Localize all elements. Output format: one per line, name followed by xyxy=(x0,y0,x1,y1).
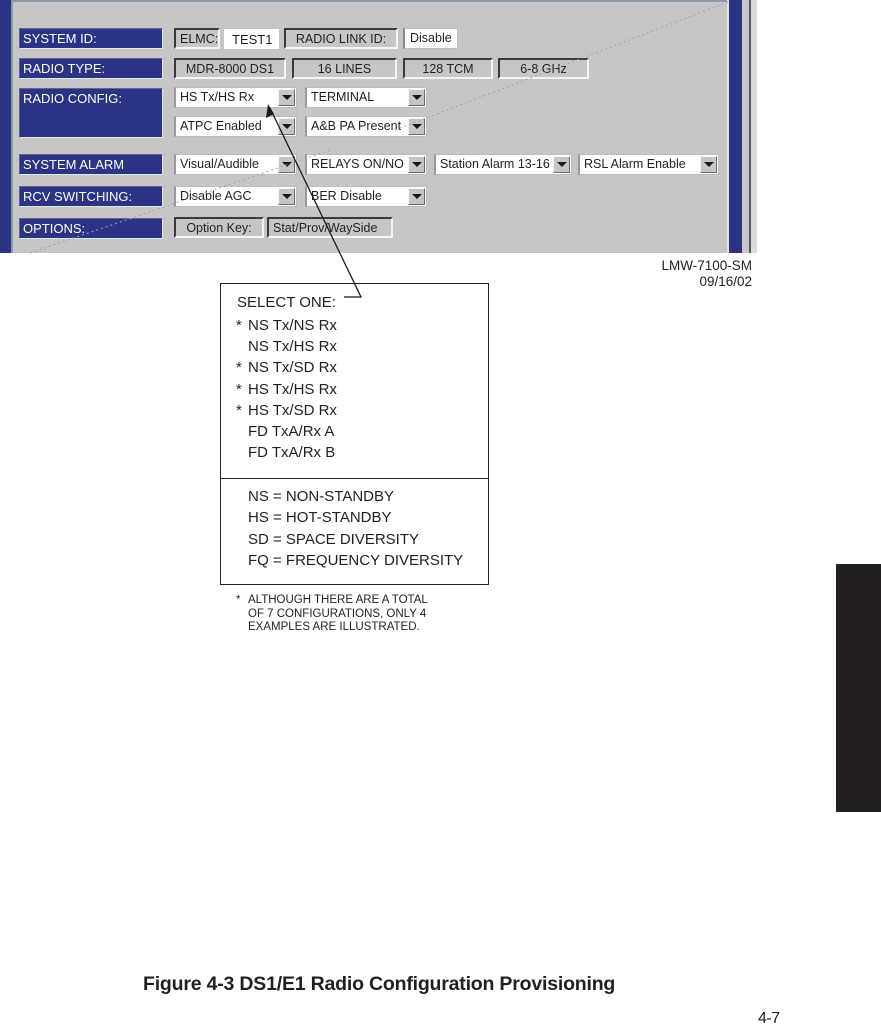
radio-frequency-field: 6-8 GHz xyxy=(498,58,589,79)
window-right-bevel xyxy=(751,0,757,253)
window-left-bevel xyxy=(11,0,13,253)
alarm-mode-value: Visual/Audible xyxy=(180,157,259,171)
pa-value: A&B PA Present xyxy=(311,119,402,133)
radio-link-id-label: RADIO LINK ID: xyxy=(284,28,398,49)
option-text: FD TxA/Rx A xyxy=(248,423,335,441)
chevron-down-icon[interactable] xyxy=(700,156,717,173)
agc-value: Disable AGC xyxy=(180,189,252,203)
rsl-alarm-value: RSL Alarm Enable xyxy=(584,157,686,171)
window-right-gap xyxy=(742,0,749,253)
option-text: HS Tx/SD Rx xyxy=(248,401,337,419)
chevron-down-icon[interactable] xyxy=(408,188,425,205)
chevron-down-icon[interactable] xyxy=(408,89,425,106)
illustrated-marker: * xyxy=(236,401,242,419)
option-text: NS Tx/NS Rx xyxy=(248,317,337,334)
radio-lines-field: 16 LINES xyxy=(292,58,397,79)
chevron-down-icon[interactable] xyxy=(408,118,425,135)
legend-entry: HS = HOT-STANDBY xyxy=(248,509,392,527)
options-label: OPTIONS: xyxy=(19,218,163,239)
alarm-mode-dropdown[interactable]: Visual/Audible xyxy=(174,154,297,175)
legend-entry: FQ = FREQUENCY DIVERSITY xyxy=(248,551,464,569)
radio-type-label: RADIO TYPE: xyxy=(19,58,163,79)
rsl-alarm-dropdown[interactable]: RSL Alarm Enable xyxy=(578,154,719,175)
abbreviation-legend: NS = NON-STANDBY HS = HOT-STANDBY SD = S… xyxy=(248,486,463,571)
document-date: 09/16/02 xyxy=(699,274,752,289)
illustrated-marker: * xyxy=(236,380,242,398)
option-key-field[interactable]: Stat/Prov/WaySide xyxy=(267,217,393,238)
protection-config-value: HS Tx/HS Rx xyxy=(180,90,255,104)
callout-divider xyxy=(221,478,488,479)
option-text: NS Tx/HS Rx xyxy=(248,338,337,356)
ber-value: BER Disable xyxy=(311,189,382,203)
elmc-label: ELMC: xyxy=(174,28,220,49)
station-alarm-value: Station Alarm 13-16 xyxy=(440,157,550,171)
configuration-option: FD TxA/Rx B xyxy=(236,442,337,463)
option-key-label: Option Key: xyxy=(174,217,264,238)
illustrated-marker: * xyxy=(236,317,242,334)
section-thumb-tab xyxy=(836,564,881,812)
window-top-border xyxy=(13,0,728,2)
pa-dropdown[interactable]: A&B PA Present xyxy=(305,116,427,137)
terminal-type-value: TERMINAL xyxy=(311,90,375,104)
legend-entry: SD = SPACE DIVERSITY xyxy=(248,530,420,548)
configuration-option: FD TxA/Rx A xyxy=(236,421,337,442)
chevron-down-icon[interactable] xyxy=(278,188,295,205)
configuration-option: * HS Tx/HS Rx xyxy=(236,379,337,400)
radio-modulation-field: 128 TCM xyxy=(403,58,493,79)
footnote-line: EXAMPLES ARE ILLUSTRATED. xyxy=(248,621,420,633)
terminal-type-dropdown[interactable]: TERMINAL xyxy=(305,87,427,108)
configuration-option: * NS Tx/NS Rx xyxy=(236,315,337,336)
footnote: * ALTHOUGH THERE ARE A TOTAL OF 7 CONFIG… xyxy=(236,594,428,635)
callout-title: SELECT ONE: xyxy=(237,294,336,311)
option-text: HS Tx/HS Rx xyxy=(248,380,337,398)
chevron-down-icon[interactable] xyxy=(278,89,295,106)
legend-entry: NS = NON-STANDBY xyxy=(248,488,394,505)
figure-caption: Figure 4-3 DS1/E1 Radio Configuration Pr… xyxy=(143,973,616,995)
configuration-option: NS Tx/HS Rx xyxy=(236,336,337,357)
rcv-switching-label: RCV SWITCHING: xyxy=(19,186,163,207)
elmc-input[interactable]: TEST1 xyxy=(224,29,279,49)
chevron-down-icon[interactable] xyxy=(278,118,295,135)
page-number: 4-7 xyxy=(758,1010,780,1027)
protection-config-dropdown[interactable]: HS Tx/HS Rx xyxy=(174,87,297,108)
relays-value: RELAYS ON/NO xyxy=(311,157,404,171)
station-alarm-dropdown[interactable]: Station Alarm 13-16 xyxy=(434,154,572,175)
scrollbar-track[interactable] xyxy=(729,0,742,253)
system-alarm-label: SYSTEM ALARM xyxy=(19,154,163,175)
document-code: LMW-7100-SM xyxy=(661,258,752,273)
chevron-down-icon[interactable] xyxy=(553,156,570,173)
window-left-border xyxy=(0,0,11,253)
agc-dropdown[interactable]: Disable AGC xyxy=(174,186,297,207)
atpc-dropdown[interactable]: ATPC Enabled xyxy=(174,116,297,137)
chevron-down-icon[interactable] xyxy=(278,156,295,173)
footnote-line: OF 7 CONFIGURATIONS, ONLY 4 xyxy=(248,607,427,620)
footnote-line: ALTHOUGH THERE ARE A TOTAL xyxy=(248,594,428,606)
option-text: FD TxA/Rx B xyxy=(248,444,336,462)
configuration-option: * HS Tx/SD Rx xyxy=(236,400,337,421)
ber-dropdown[interactable]: BER Disable xyxy=(305,186,427,207)
footnote-marker: * xyxy=(236,594,241,606)
system-id-label: SYSTEM ID: xyxy=(19,28,163,49)
relays-dropdown[interactable]: RELAYS ON/NO xyxy=(305,154,427,175)
atpc-value: ATPC Enabled xyxy=(180,119,262,133)
document-reference: LMW-7100-SM 09/16/02 xyxy=(661,258,752,290)
radio-model-field: MDR-8000 DS1 xyxy=(174,58,286,79)
radio-config-label: RADIO CONFIG: xyxy=(19,88,163,138)
radio-link-id-input[interactable]: Disable xyxy=(403,28,458,49)
chevron-down-icon[interactable] xyxy=(408,156,425,173)
illustrated-marker: * xyxy=(236,359,242,377)
option-text: NS Tx/SD Rx xyxy=(248,359,337,377)
provisioning-screen: SYSTEM ID: ELMC: TEST1 RADIO LINK ID: Di… xyxy=(0,0,757,253)
configuration-callout-box: SELECT ONE: * NS Tx/NS Rx NS Tx/HS Rx * NS… xyxy=(220,283,489,585)
configuration-options-list: * NS Tx/NS Rx NS Tx/HS Rx * NS Tx/SD Rx * H… xyxy=(236,315,337,463)
configuration-option: * NS Tx/SD Rx xyxy=(236,357,337,378)
